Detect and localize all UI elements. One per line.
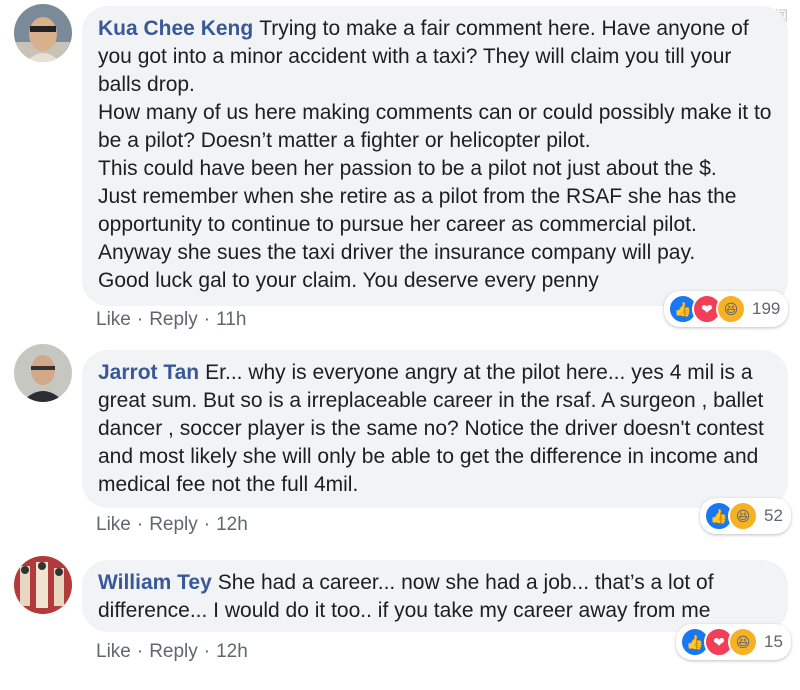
reaction-count: 15 — [764, 632, 783, 651]
comment-author[interactable]: William Tey — [98, 571, 212, 594]
comment-time[interactable]: 12h — [216, 641, 248, 662]
comment-actions: Like · Reply · 12h — [96, 641, 248, 662]
reply-link[interactable]: Reply — [149, 514, 198, 535]
comment-author[interactable]: Jarrot Tan — [98, 361, 199, 384]
avatar[interactable] — [14, 4, 72, 62]
avatar[interactable] — [14, 556, 72, 614]
reaction-count: 52 — [764, 506, 783, 525]
avatar[interactable] — [14, 344, 72, 402]
haha-reaction-icon: 😆 — [728, 501, 758, 531]
comment-bubble: Kua Chee Keng Trying to make a fair comme… — [82, 6, 788, 306]
comment-bubble: William Tey She had a career... now she h… — [82, 560, 788, 632]
comment-bubble: Jarrot Tan Er... why is everyone angry at… — [82, 350, 788, 508]
reply-link[interactable]: Reply — [149, 641, 198, 662]
like-link[interactable]: Like — [96, 641, 131, 662]
reactions-summary[interactable]: 👍 ❤ 😆 15 — [676, 624, 791, 660]
haha-reaction-icon: 😆 — [716, 294, 746, 324]
comment-time[interactable]: 12h — [216, 514, 248, 535]
reactions-summary[interactable]: 👍 ❤ 😆 199 — [664, 291, 789, 327]
like-link[interactable]: Like — [96, 309, 131, 330]
like-link[interactable]: Like — [96, 514, 131, 535]
reactions-summary[interactable]: 👍 😆 52 — [700, 498, 791, 534]
comment-time[interactable]: 11h — [216, 309, 246, 330]
reaction-count: 199 — [752, 299, 781, 318]
haha-reaction-icon: 😆 — [728, 627, 758, 657]
comment-actions: Like · Reply · 11h — [96, 309, 247, 330]
comment-text: Trying to make a fair comment here. Have… — [98, 17, 772, 292]
reply-link[interactable]: Reply — [149, 309, 198, 330]
comment-actions: Like · Reply · 12h — [96, 514, 248, 535]
comment-author[interactable]: Kua Chee Keng — [98, 17, 253, 40]
